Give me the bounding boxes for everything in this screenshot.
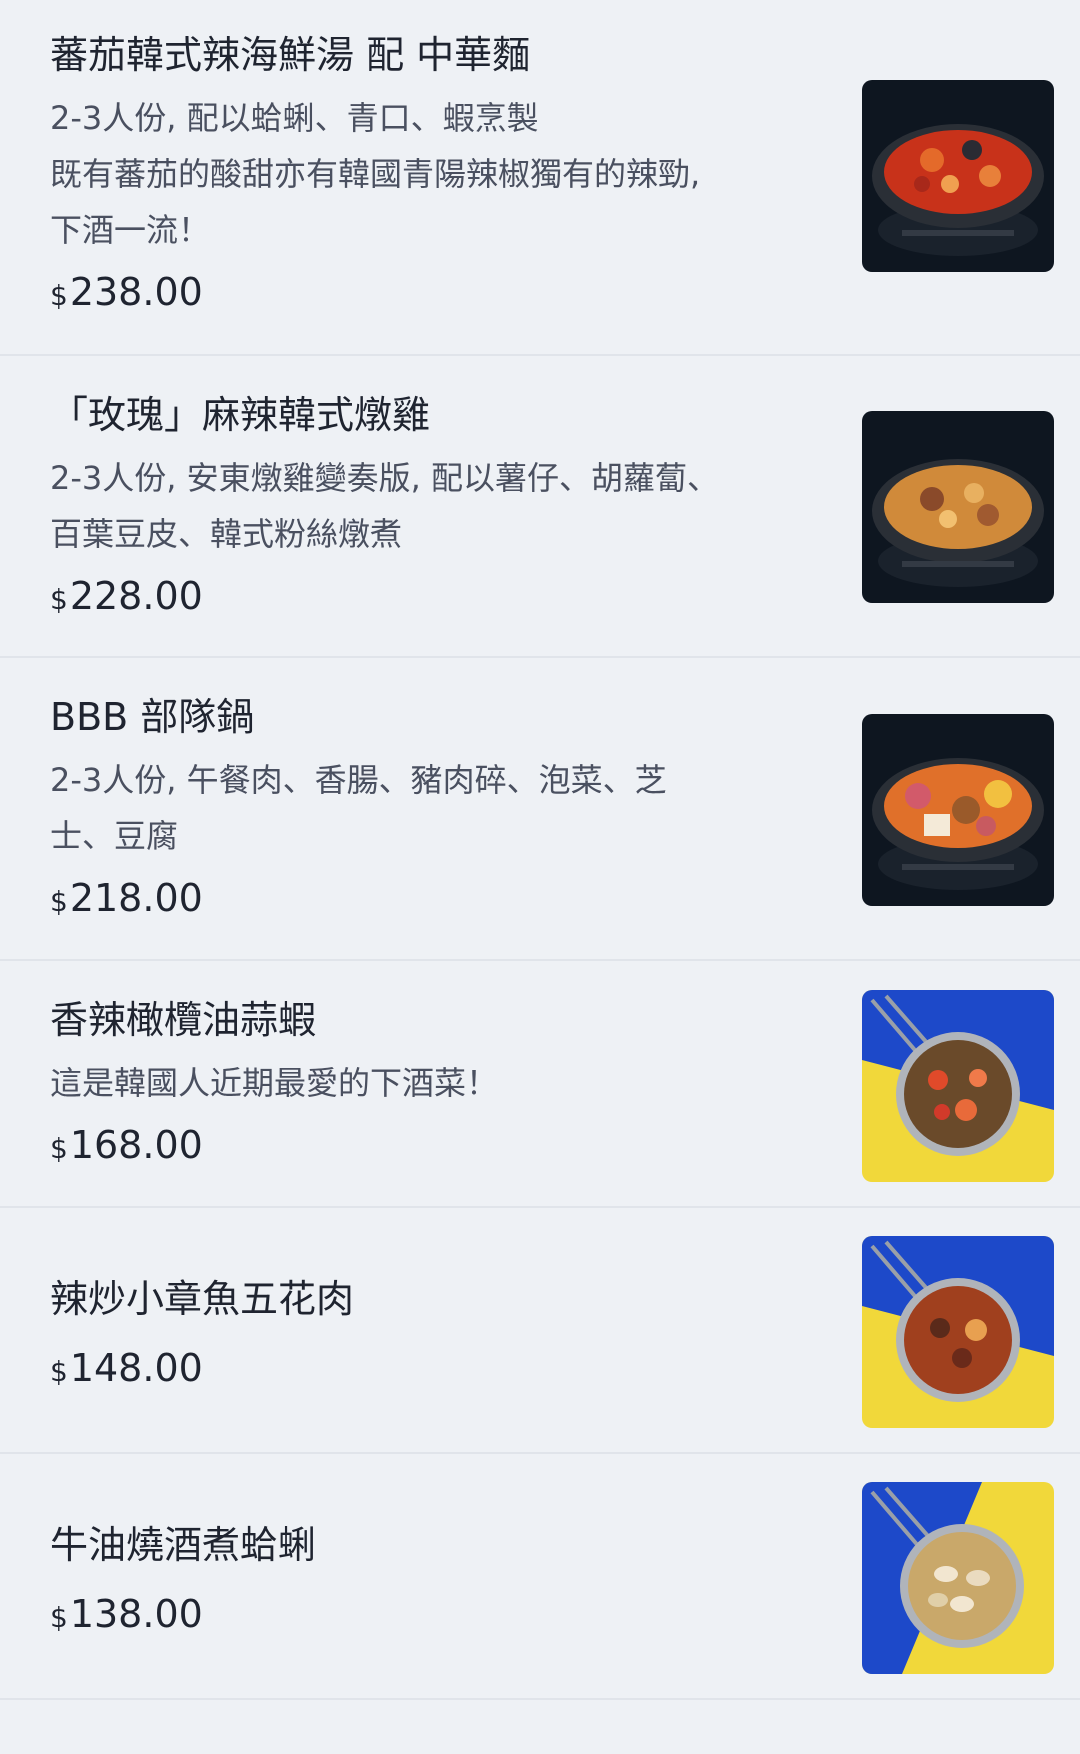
item-description: 這是韓國人近期最愛的下酒菜！ [50, 1064, 499, 1102]
menu-item[interactable]: 辣炒小章魚五花肉 $148.00 [0, 1208, 1080, 1454]
tomato-seafood-stew-image[interactable] [862, 80, 1054, 272]
menu-item[interactable]: 牛油燒酒煮蛤蜊 $138.00 [0, 1454, 1080, 1700]
item-name: 辣炒小章魚五花肉 [50, 1277, 355, 1321]
item-name: 牛油燒酒煮蛤蜊 [50, 1523, 317, 1567]
garlic-shrimp-image[interactable] [862, 990, 1054, 1182]
menu-item[interactable]: 蕃茄韓式辣海鮮湯 配 中華麵 2-3人份, 配以蛤蜊、青口、蝦烹製 既有蕃茄的酸… [0, 0, 1080, 356]
item-description: 2-3人份, 配以蛤蜊、青口、蝦烹製 既有蕃茄的酸甜亦有韓國青陽辣椒獨有的辣勁,… [50, 99, 701, 249]
menu-item[interactable]: 「玫瑰」麻辣韓式燉雞 2-3人份, 安東燉雞變奏版, 配以薯仔、胡蘿蔔、 百葉豆… [0, 356, 1080, 658]
item-name: 「玫瑰」麻辣韓式燉雞 [50, 393, 431, 437]
item-name: BBB 部隊鍋 [50, 695, 255, 739]
item-description: 2-3人份, 午餐肉、香腸、豬肉碎、泡菜、芝 士、豆腐 [50, 761, 667, 855]
item-price: $228.00 [50, 574, 203, 618]
soju-clams-image[interactable] [862, 1482, 1054, 1674]
item-price: $168.00 [50, 1123, 203, 1167]
army-stew-image[interactable] [862, 714, 1054, 906]
item-price: $218.00 [50, 876, 203, 920]
item-price: $238.00 [50, 270, 203, 314]
menu-item[interactable]: BBB 部隊鍋 2-3人份, 午餐肉、香腸、豬肉碎、泡菜、芝 士、豆腐 $218… [0, 658, 1080, 961]
menu-list: 蕃茄韓式辣海鮮湯 配 中華麵 2-3人份, 配以蛤蜊、青口、蝦烹製 既有蕃茄的酸… [0, 0, 1080, 1754]
item-name: 香辣橄欖油蒜蝦 [50, 998, 317, 1042]
item-name: 蕃茄韓式辣海鮮湯 配 中華麵 [50, 33, 531, 77]
item-price: $138.00 [50, 1592, 203, 1636]
braised-chicken-image[interactable] [862, 411, 1054, 603]
octopus-pork-image[interactable] [862, 1236, 1054, 1428]
menu-item[interactable]: 香辣橄欖油蒜蝦 這是韓國人近期最愛的下酒菜！ $168.00 [0, 961, 1080, 1208]
item-price: $148.00 [50, 1346, 203, 1390]
item-description: 2-3人份, 安東燉雞變奏版, 配以薯仔、胡蘿蔔、 百葉豆皮、韓式粉絲燉煮 [50, 459, 719, 553]
